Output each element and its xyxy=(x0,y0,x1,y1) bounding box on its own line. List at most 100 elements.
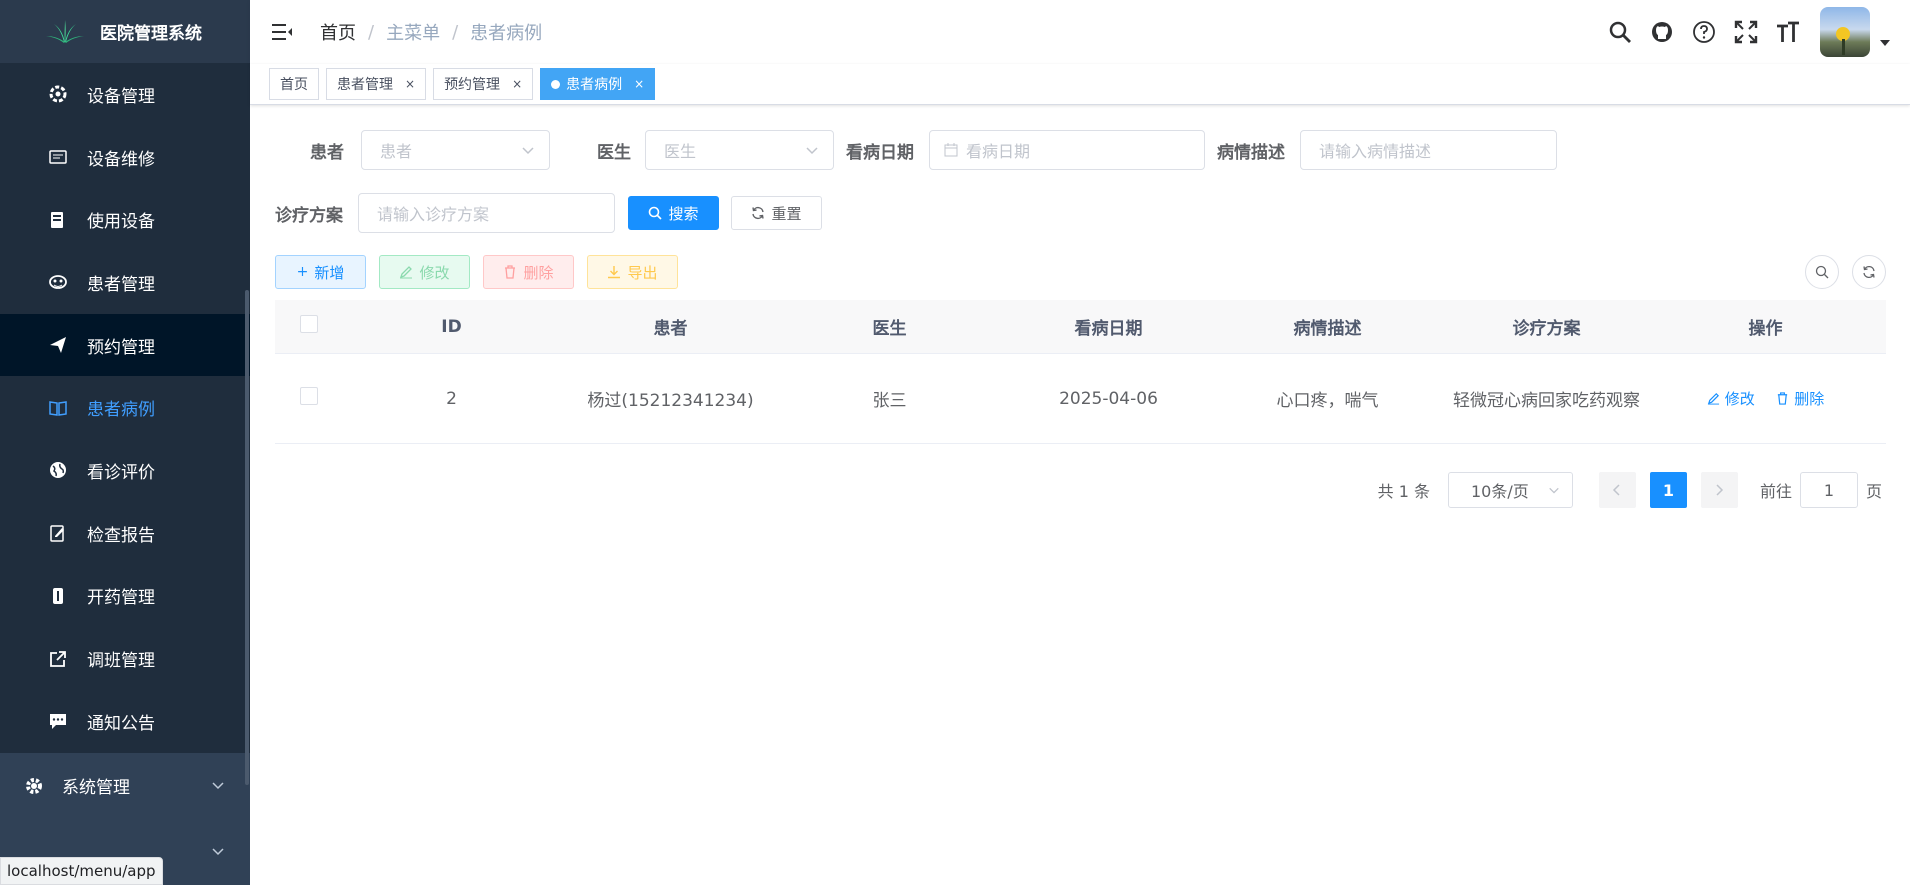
sidebar-logo[interactable]: 医院管理系统 xyxy=(0,0,250,63)
doctor-label: 医生 xyxy=(597,142,631,163)
patient-select[interactable]: 患者 xyxy=(361,130,550,170)
refresh-button[interactable] xyxy=(1852,255,1886,289)
condition-desc-input[interactable]: 请输入病情描述 xyxy=(1300,130,1557,170)
close-icon[interactable]: × xyxy=(634,77,644,91)
treatment-plan-label: 诊疗方案 xyxy=(275,205,343,226)
sidebar-item-use-equipment[interactable]: 使用设备 xyxy=(0,188,250,252)
header-visit-date: 看病日期 xyxy=(1074,319,1143,339)
table-header: ID 患者 医生 看病日期 病情描述 诊疗方案 操作 xyxy=(275,300,1886,354)
export-button[interactable]: 导出 xyxy=(587,255,678,289)
github-icon[interactable] xyxy=(1648,18,1676,46)
doctor-select[interactable]: 医生 xyxy=(645,130,834,170)
breadcrumb-home[interactable]: 首页 xyxy=(320,19,356,45)
search-form-row-1: 患者 患者 医生 医生 看病日期 看病日期 病情描述 请输入病情描述 xyxy=(310,130,1557,170)
prev-page-button[interactable] xyxy=(1598,472,1636,508)
row-checkbox[interactable] xyxy=(299,387,318,405)
reset-button[interactable]: 重置 xyxy=(731,196,822,230)
page-size-select[interactable]: 10条/页 xyxy=(1447,472,1573,508)
doctor-placeholder: 医生 xyxy=(664,142,697,161)
avatar[interactable] xyxy=(1820,7,1870,57)
page-number[interactable]: 1 xyxy=(1649,472,1687,508)
treatment-plan-input[interactable]: 请输入诊疗方案 xyxy=(358,193,615,233)
sidebar-item-exam-report[interactable]: 检查报告 xyxy=(0,501,250,565)
sidebar-item-patient-management[interactable]: 患者管理 xyxy=(0,251,250,314)
header-doctor: 医生 xyxy=(872,319,907,339)
sidebar-item-notice[interactable]: 通知公告 xyxy=(0,689,250,753)
card-icon xyxy=(48,147,68,167)
cell-visit-date: 2025-04-06 xyxy=(1059,388,1158,409)
breadcrumb-separator: / xyxy=(368,21,375,43)
row-delete-link[interactable]: 删除 xyxy=(1776,388,1824,409)
help-icon[interactable] xyxy=(1690,18,1718,46)
edit-button[interactable]: 修改 xyxy=(379,255,470,289)
sidebar-item-system[interactable]: 系统管理 xyxy=(0,752,250,819)
tag-patient-management[interactable]: 患者管理 × xyxy=(326,68,427,100)
caret-down-icon[interactable] xyxy=(1880,38,1890,49)
sidebar-item-label: 系统管理 xyxy=(62,778,130,799)
sidebar-item-shift[interactable]: 调班管理 xyxy=(0,627,250,690)
edit-icon xyxy=(48,523,68,543)
cell-id: 2 xyxy=(446,388,457,409)
pill-icon xyxy=(48,586,68,606)
tag-appointment[interactable]: 预约管理 × xyxy=(433,68,534,100)
tags-view: 首页 患者管理 × 预约管理 × 患者病例 × xyxy=(250,64,1910,105)
tag-label: 预约管理 xyxy=(444,77,501,93)
sidebar-item-label: 设备管理 xyxy=(87,86,155,107)
tag-label: 患者病例 xyxy=(566,77,623,93)
tag-patient-case[interactable]: 患者病例 × xyxy=(540,68,656,100)
sidebar-item-label: 预约管理 xyxy=(87,337,155,358)
sidebar: 医院管理系统 设备管理 设备维修 使用设备 患者管理 预约管理 患者病例 看诊评… xyxy=(0,0,250,885)
sidebar-item-label: 检查报告 xyxy=(87,525,155,546)
row-edit-link[interactable]: 修改 xyxy=(1707,388,1755,409)
app-title: 医院管理系统 xyxy=(100,24,202,44)
patient-label: 患者 xyxy=(310,142,344,163)
hamburger-icon[interactable] xyxy=(270,20,294,44)
sidebar-item-appointment[interactable]: 预约管理 xyxy=(0,313,250,377)
visit-date-picker[interactable]: 看病日期 xyxy=(929,130,1205,170)
navbar: 首页 / 主菜单 / 患者病例 xyxy=(250,0,1910,64)
sidebar-item-evaluation[interactable]: 看诊评价 xyxy=(0,439,250,502)
sidebar-item-equipment[interactable]: 设备管理 xyxy=(0,63,250,126)
fullscreen-icon[interactable] xyxy=(1732,18,1760,46)
chevron-down-icon xyxy=(522,147,534,155)
sidebar-item-label: 患者病例 xyxy=(87,400,155,421)
breadcrumb-current: 患者病例 xyxy=(470,23,543,44)
next-page-button[interactable] xyxy=(1700,472,1738,508)
sidebar-item-label: 使用设备 xyxy=(87,212,155,233)
chevron-down-icon xyxy=(806,147,818,155)
sidebar-scrollbar[interactable] xyxy=(245,290,249,785)
condition-desc-placeholder: 请输入病情描述 xyxy=(1319,142,1432,161)
sidebar-item-prescription[interactable]: 开药管理 xyxy=(0,564,250,628)
sidebar-item-label: 患者管理 xyxy=(87,274,155,295)
refresh-icon xyxy=(1863,265,1875,279)
cell-doctor: 张三 xyxy=(872,391,907,411)
close-icon[interactable]: × xyxy=(512,77,522,91)
search-button[interactable]: 搜索 xyxy=(628,196,719,230)
send-icon xyxy=(48,335,68,355)
search-icon xyxy=(649,206,663,220)
goto-page-input[interactable]: 1 xyxy=(1799,472,1858,508)
close-icon[interactable]: × xyxy=(405,77,415,91)
trash-icon xyxy=(1778,391,1788,405)
search-form-row-2: 诊疗方案 请输入诊疗方案 搜索 重置 xyxy=(275,193,822,233)
cell-patient: 杨过(15212341234) xyxy=(587,391,754,411)
edit-icon xyxy=(1707,392,1719,405)
case-table: ID 患者 医生 看病日期 病情描述 诊疗方案 操作 2 杨过(15212341… xyxy=(275,300,1886,444)
sidebar-item-patient-case[interactable]: 患者病例 xyxy=(0,376,250,440)
goto-label: 前往 xyxy=(1759,482,1792,501)
select-all-checkbox[interactable] xyxy=(299,315,318,333)
tag-home[interactable]: 首页 xyxy=(269,68,319,100)
visit-date-label: 看病日期 xyxy=(846,142,914,163)
breadcrumb-separator: / xyxy=(452,21,459,43)
font-size-icon[interactable] xyxy=(1774,18,1802,46)
add-button[interactable]: + 新增 xyxy=(275,255,366,289)
toggle-search-button[interactable] xyxy=(1805,255,1839,289)
header-actions: 操作 xyxy=(1748,319,1783,339)
delete-button[interactable]: 删除 xyxy=(483,255,574,289)
row-select-cell xyxy=(275,387,342,410)
search-icon[interactable] xyxy=(1606,18,1634,46)
sidebar-item-label: 开药管理 xyxy=(87,588,155,609)
pagination-total: 共 1 条 xyxy=(1377,482,1430,501)
chevron-down-icon xyxy=(212,845,224,859)
sidebar-item-equipment-repair[interactable]: 设备维修 xyxy=(0,125,250,189)
